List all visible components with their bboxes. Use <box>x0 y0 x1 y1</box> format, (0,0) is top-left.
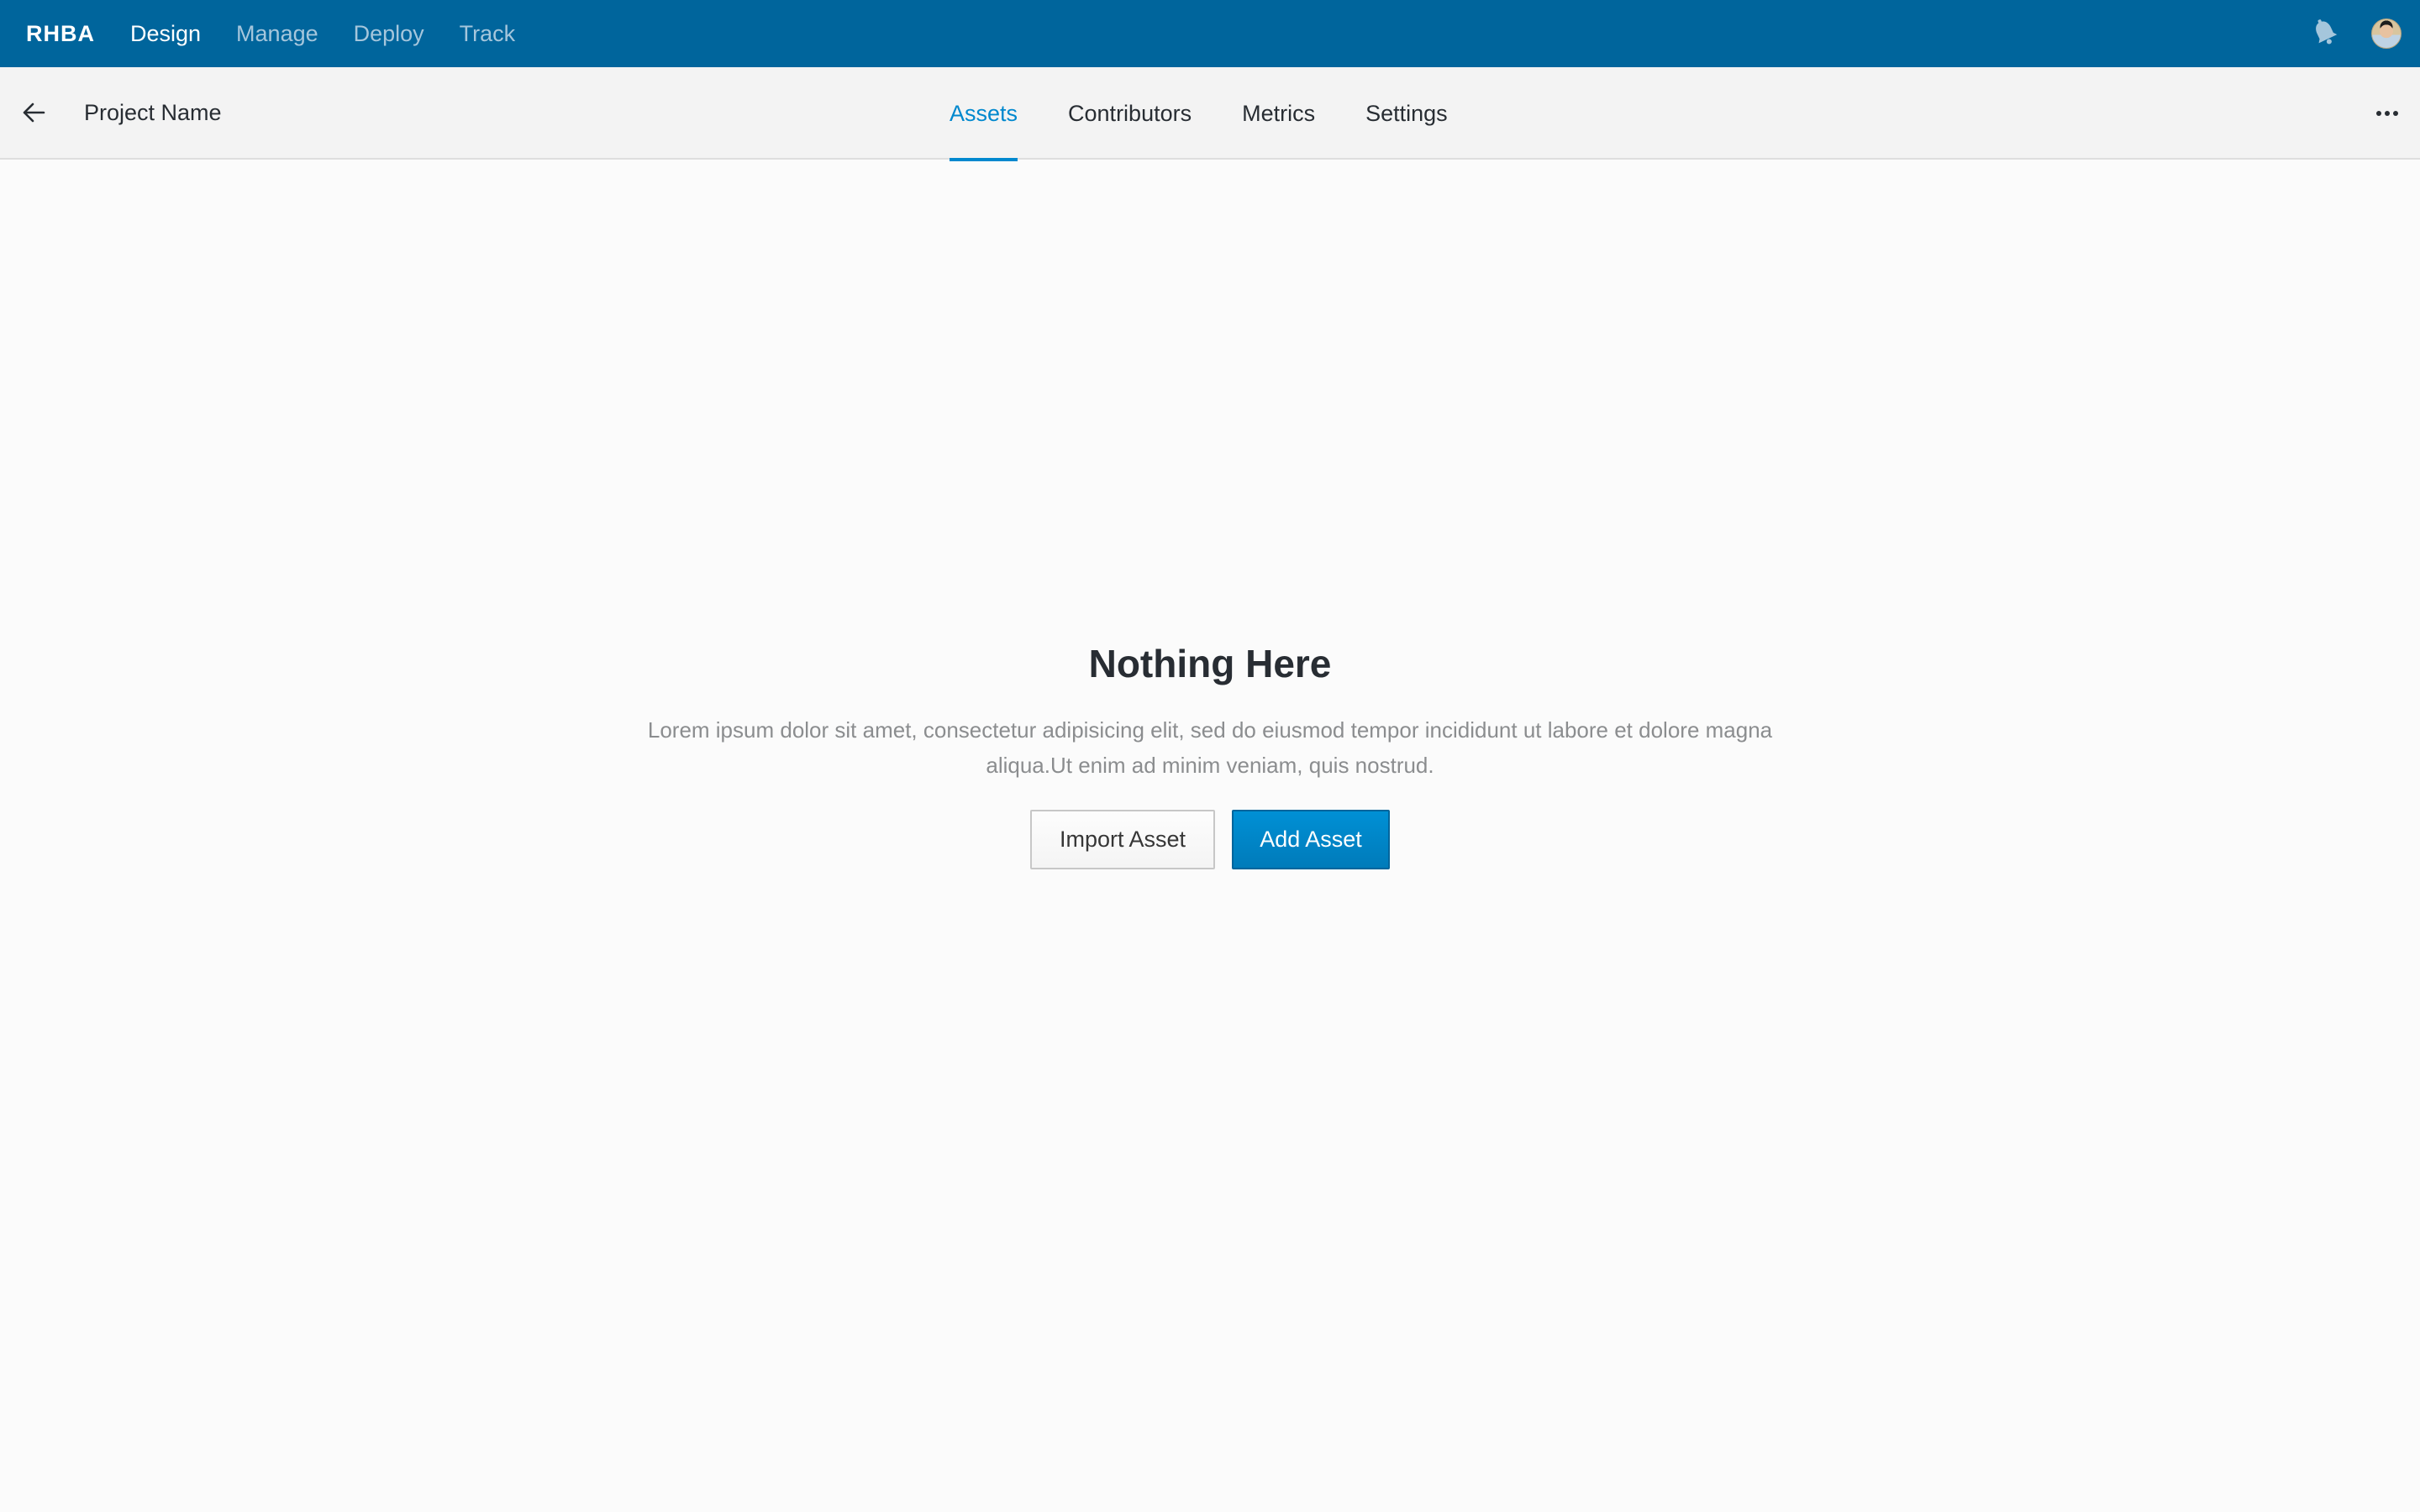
nav-item-track[interactable]: Track <box>460 21 516 47</box>
empty-state: Nothing Here Lorem ipsum dolor sit amet,… <box>0 160 2420 1512</box>
ellipsis-horizontal-icon <box>2376 111 2381 116</box>
empty-state-description: Lorem ipsum dolor sit amet, consectetur … <box>647 717 1773 778</box>
ellipsis-dot <box>2393 111 2398 116</box>
more-actions-button[interactable] <box>2375 101 2400 126</box>
bell-icon[interactable] <box>2312 18 2338 47</box>
project-tabs: Assets Contributors Metrics Settings <box>950 67 1498 161</box>
arrow-left-icon <box>23 102 45 123</box>
project-name: Project Name <box>84 99 222 125</box>
masthead: RHBA Design Manage Deploy Track <box>0 0 2420 67</box>
import-asset-button[interactable]: Import Asset <box>1030 810 1215 869</box>
ellipsis-dot <box>2385 111 2390 116</box>
add-asset-button[interactable]: Add Asset <box>1232 810 1390 869</box>
primary-nav: Design Manage Deploy Track <box>130 0 550 67</box>
tab-assets[interactable]: Assets <box>950 67 1018 161</box>
project-header: Project Name Assets Contributors Metrics… <box>0 67 2420 161</box>
empty-state-actions: Import Asset Add Asset <box>0 810 2420 869</box>
avatar[interactable] <box>2371 18 2402 49</box>
empty-state-title: Nothing Here <box>1088 642 1332 685</box>
nav-item-design[interactable]: Design <box>130 21 201 47</box>
tab-settings[interactable]: Settings <box>1365 67 1448 160</box>
tab-metrics[interactable]: Metrics <box>1242 67 1315 160</box>
nav-item-deploy[interactable]: Deploy <box>354 21 424 47</box>
back-button[interactable] <box>20 99 47 126</box>
brand-logo[interactable]: RHBA <box>26 0 95 67</box>
nav-item-manage[interactable]: Manage <box>236 21 318 47</box>
tab-contributors[interactable]: Contributors <box>1068 67 1192 160</box>
